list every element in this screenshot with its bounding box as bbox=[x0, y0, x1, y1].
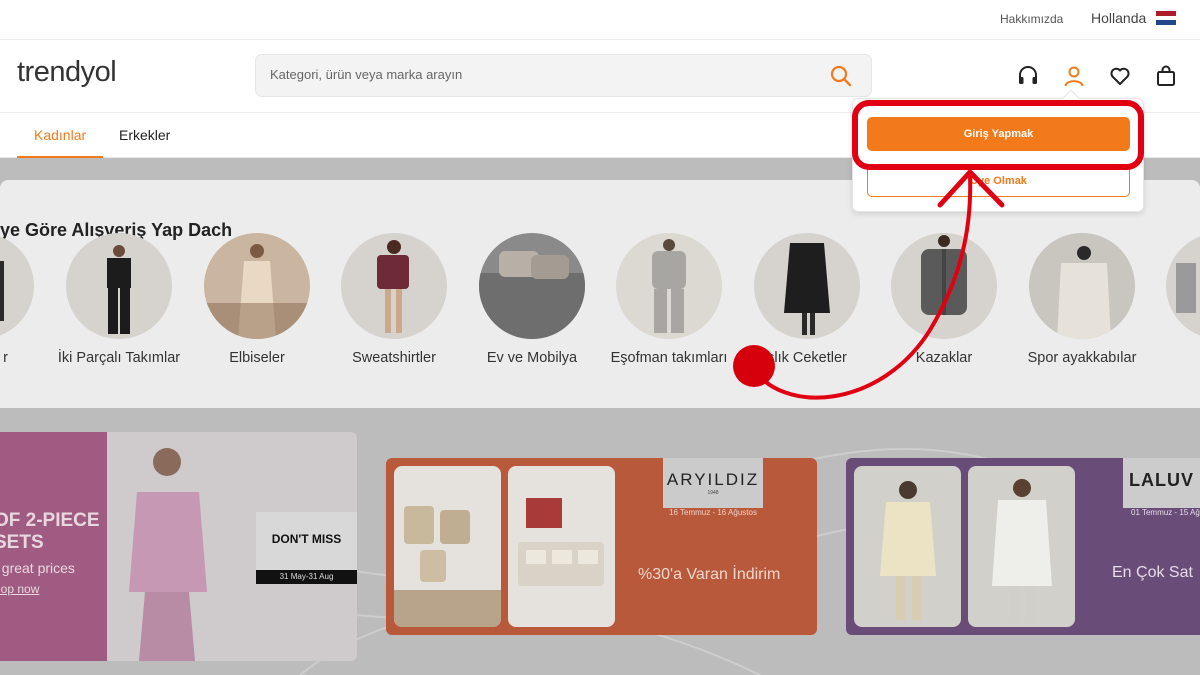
category-item-dresses[interactable] bbox=[204, 233, 310, 339]
category-item-leather-jackets[interactable] bbox=[754, 233, 860, 339]
product-card[interactable] bbox=[968, 466, 1075, 627]
dont-miss-tag: DON'T MISS bbox=[256, 512, 357, 570]
headset-icon[interactable] bbox=[1016, 64, 1040, 88]
search-icon[interactable] bbox=[829, 64, 853, 88]
category-item-tracksuits[interactable] bbox=[616, 233, 722, 339]
tab-men[interactable]: Erkekler bbox=[119, 127, 170, 143]
category-label: slık Ceketler bbox=[767, 350, 847, 366]
about-link[interactable]: Hakkımızda bbox=[1000, 12, 1063, 26]
register-button[interactable]: Üye Olmak bbox=[867, 165, 1130, 197]
product-card[interactable] bbox=[394, 466, 501, 627]
product-card[interactable] bbox=[508, 466, 615, 627]
netherlands-flag-icon[interactable] bbox=[1156, 11, 1176, 25]
category-item[interactable] bbox=[0, 233, 34, 339]
country-selector[interactable]: Hollanda bbox=[1091, 10, 1146, 26]
category-item-sweatshirts[interactable] bbox=[341, 233, 447, 339]
top-utility-bar: Hakkımızda Hollanda bbox=[0, 0, 1200, 40]
category-label: Sweatshirtler bbox=[352, 350, 436, 366]
category-label: İki Parçalı Takımlar bbox=[57, 350, 181, 366]
logo[interactable]: trendyol bbox=[17, 56, 117, 89]
category-label: r bbox=[3, 350, 8, 366]
search-input[interactable] bbox=[270, 67, 810, 82]
category-label: Kazaklar bbox=[915, 350, 973, 366]
product-card[interactable] bbox=[854, 466, 961, 627]
category-label: Ev ve Mobilya bbox=[486, 350, 578, 366]
category-item-home-furniture[interactable] bbox=[479, 233, 585, 339]
category-label: Spor ayakkabılar bbox=[1027, 350, 1137, 366]
brand-established: 1948 bbox=[707, 490, 719, 496]
discount-text: %30'a Varan İndirim bbox=[638, 566, 781, 583]
promo-banner-laluvia[interactable]: LALUV 01 Temmuz - 15 Ağ En Çok Sat bbox=[846, 458, 1200, 635]
category-item-sweaters[interactable] bbox=[891, 233, 997, 339]
promo-banner-two-piece-sets[interactable]: OF 2-PIECESETS t great prices hop now DO… bbox=[0, 432, 357, 661]
user-icon[interactable] bbox=[1062, 64, 1086, 88]
category-label: Eşofman takımları bbox=[610, 350, 728, 366]
brand-name: ARYILDIZ bbox=[666, 470, 760, 489]
dont-miss-date: 31 May-31 Aug bbox=[256, 570, 357, 584]
promo-text: En Çok Sat bbox=[1112, 564, 1193, 581]
category-item-two-piece-sets[interactable] bbox=[66, 233, 172, 339]
promo-banner-aryildiz[interactable]: ARYILDIZ 1948 16 Temmuz - 16 Ağustos %30… bbox=[386, 458, 817, 635]
brand-box: LALUV bbox=[1123, 458, 1200, 508]
heart-icon[interactable] bbox=[1108, 64, 1132, 88]
campaign-dates: 16 Temmuz - 16 Ağustos bbox=[669, 508, 757, 517]
campaign-dates: 01 Temmuz - 15 Ağ bbox=[1131, 508, 1200, 517]
shop-by-category-card: ye Göre Alışveriş Yap Dach r İki Parçalı… bbox=[0, 180, 1200, 408]
shopping-bag-icon[interactable] bbox=[1154, 64, 1178, 88]
account-dropdown: Giriş Yapmak Üye Olmak bbox=[852, 89, 1144, 212]
banner-headline: OF 2-PIECE SETS bbox=[0, 510, 100, 553]
category-label: Elbiseler bbox=[229, 350, 285, 366]
category-item[interactable] bbox=[1166, 233, 1200, 339]
page-content-dimmed: ye Göre Alışveriş Yap Dach r İki Parçalı… bbox=[0, 158, 1200, 675]
brand-box: ARYILDIZ 1948 bbox=[663, 458, 763, 508]
brand-name: LALUV bbox=[1129, 470, 1194, 490]
login-button[interactable]: Giriş Yapmak bbox=[867, 117, 1130, 151]
banner-subline: t great prices bbox=[0, 560, 75, 576]
tab-women[interactable]: Kadınlar bbox=[34, 127, 86, 143]
search-bar bbox=[255, 54, 872, 97]
category-item-sneakers[interactable] bbox=[1029, 233, 1135, 339]
banner-shop-link[interactable]: hop now bbox=[0, 582, 39, 596]
